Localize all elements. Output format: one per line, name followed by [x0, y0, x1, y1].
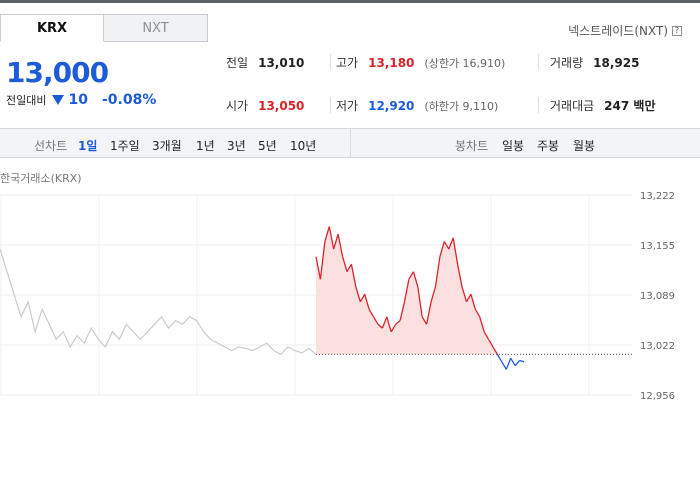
- y-tick-label: 13,089: [640, 291, 675, 302]
- y-tick-label: 13,222: [640, 191, 675, 202]
- current-price: 13,000: [6, 56, 109, 89]
- candle-monthly[interactable]: 월봉: [573, 137, 595, 154]
- quote-upper-limit: (상한가 16,910): [424, 57, 506, 70]
- divider: [330, 54, 331, 70]
- today-segment: [510, 357, 516, 367]
- y-axis: 13,222 13,155 13,089 13,022 12,956: [640, 191, 675, 400]
- today-segment: [496, 354, 503, 363]
- prev-day-series: [0, 248, 317, 356]
- change-row: 전일대비 10 -0.08%: [6, 92, 156, 108]
- quote-high-label: 고가: [336, 56, 359, 70]
- today-fill-area: [316, 226, 524, 355]
- prev-day-line: [0, 248, 317, 356]
- change-percent: -0.08%: [101, 92, 157, 108]
- today-segment: [505, 357, 512, 370]
- quote-prev-label: 전일: [226, 56, 249, 70]
- price-chart: 13,222 13,155 13,089 13,022 12,956: [0, 191, 675, 400]
- quote-prev: 전일 13,010: [226, 54, 304, 71]
- period-1w[interactable]: 1주일: [110, 137, 140, 154]
- chart-controls: 선차트 1일 1주일 3개월 1년 3년 5년 10년 봉차트 일봉 주봉 월봉: [0, 128, 700, 158]
- period-1d[interactable]: 1일: [78, 137, 97, 154]
- nxt-link-label: 넥스트레이드(NXT): [568, 24, 668, 38]
- tab-nxt[interactable]: NXT: [104, 14, 208, 42]
- help-icon[interactable]: ?: [672, 25, 682, 36]
- y-tick-label: 13,155: [640, 241, 675, 252]
- tab-krx[interactable]: KRX: [0, 14, 104, 42]
- quote-low: 저가 12,920 (하한가 9,110): [336, 97, 498, 114]
- quote-prev-value: 13,010: [258, 56, 305, 70]
- quote-volume-label: 거래량: [550, 56, 584, 70]
- quote-low-label: 저가: [336, 99, 359, 113]
- today-segment: [519, 359, 525, 363]
- quote-open-value: 13,050: [258, 99, 305, 113]
- market-tabs: KRX NXT: [0, 14, 208, 42]
- period-3y[interactable]: 3년: [227, 137, 246, 154]
- quote-high-value: 13,180: [368, 56, 415, 70]
- candle-weekly[interactable]: 주봉: [537, 137, 559, 154]
- divider: [538, 97, 539, 113]
- quote-low-value: 12,920: [368, 99, 415, 113]
- quote-amount: 거래대금 247 백만: [550, 97, 655, 114]
- quote-high: 고가 13,180 (상한가 16,910): [336, 54, 505, 71]
- line-chart-title: 선차트: [34, 139, 68, 153]
- period-3m[interactable]: 3개월: [152, 137, 182, 154]
- exchange-label: 한국거래소(KRX): [0, 172, 82, 185]
- down-arrow-icon: [52, 95, 65, 105]
- y-tick-label: 13,022: [640, 341, 675, 352]
- quote-open: 시가 13,050: [226, 97, 304, 114]
- top-border: [0, 0, 700, 3]
- quote-summary: 전일 13,010 고가 13,180 (상한가 16,910) 거래량 18,…: [212, 48, 700, 122]
- change-label: 전일대비: [6, 94, 47, 107]
- period-10y[interactable]: 10년: [290, 137, 316, 154]
- candle-daily[interactable]: 일봉: [502, 137, 524, 154]
- today-segment: [514, 359, 521, 367]
- divider: [350, 129, 351, 157]
- y-tick-label: 12,956: [640, 391, 675, 400]
- change-value: 10: [68, 92, 88, 108]
- divider: [330, 97, 331, 113]
- period-1y[interactable]: 1년: [196, 137, 215, 154]
- quote-lower-limit: (하한가 9,110): [424, 100, 499, 113]
- quote-volume: 거래량 18,925: [550, 54, 639, 71]
- quote-open-label: 시가: [226, 99, 249, 113]
- today-up-fill: [316, 226, 524, 355]
- quote-volume-value: 18,925: [593, 56, 640, 70]
- divider: [538, 54, 539, 70]
- quote-amount-label: 거래대금: [550, 99, 595, 113]
- quote-amount-value: 247 백만: [604, 99, 656, 113]
- period-5y[interactable]: 5년: [258, 137, 277, 154]
- candle-chart-title: 봉차트: [455, 139, 489, 153]
- today-segment: [501, 361, 507, 370]
- nxt-link[interactable]: 넥스트레이드(NXT) ?: [568, 22, 682, 39]
